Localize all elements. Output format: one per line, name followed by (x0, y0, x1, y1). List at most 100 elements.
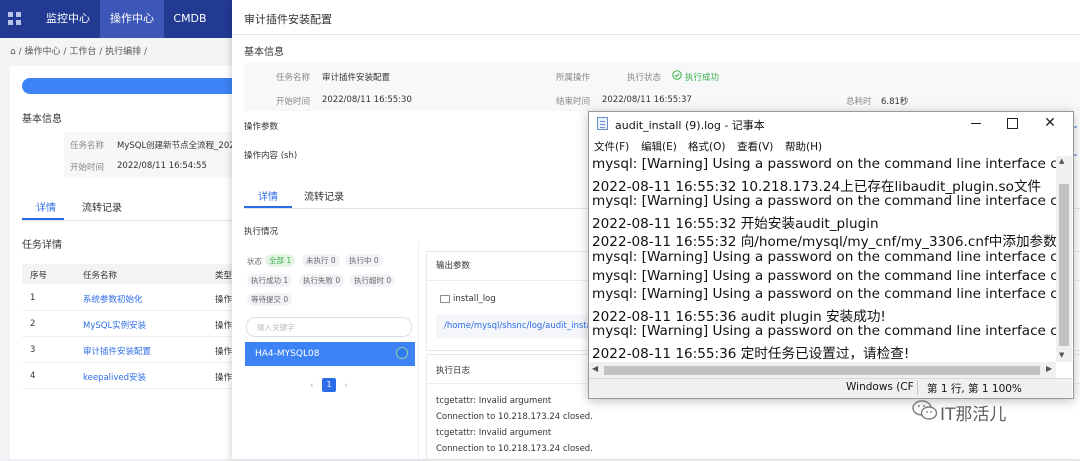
pager-page-button[interactable]: 1 (322, 378, 336, 392)
status-chip-failed[interactable]: 执行失败 0 (299, 274, 345, 287)
breadcrumb-item[interactable]: 执行编排 (105, 47, 141, 57)
pager-next-icon[interactable]: › (344, 381, 348, 391)
log-line: mysql: [Warning] Using a password on the… (592, 286, 1056, 303)
horizontal-scroll-thumb[interactable] (604, 366, 1040, 375)
app-grid-icon[interactable] (8, 12, 22, 26)
left-basic-info-title: 基本信息 (22, 114, 62, 125)
log-line: mysql: [Warning] Using a password on the… (592, 249, 1056, 265)
maximize-icon[interactable] (1002, 114, 1022, 132)
wechat-logo-icon (912, 399, 938, 421)
menu-help[interactable]: 帮助(H) (785, 139, 822, 154)
row-index: 3 (30, 345, 36, 355)
host-status-icon (396, 347, 408, 359)
row-index: 1 (30, 293, 36, 303)
tab-active-indicator (244, 206, 292, 208)
left-tab-detail[interactable]: 详情 (36, 199, 56, 214)
log-line: mysql: [Warning] Using a password on the… (592, 323, 1056, 340)
nav-cmdb[interactable]: CMDB (168, 0, 212, 38)
end-time-value: 2022/08/11 16:55:37 (602, 95, 692, 105)
status-chip-timeout[interactable]: 执行超时 0 (350, 274, 396, 287)
log-line: mysql: [Warning] Using a password on the… (592, 156, 1056, 172)
status-chip-all[interactable]: 全部 1 (265, 254, 296, 267)
left-tab-flow-record[interactable]: 流转记录 (82, 199, 122, 214)
keyword-placeholder: 输入关键字 (257, 323, 295, 332)
log-line: mysql: [Warning] Using a password on the… (592, 267, 1056, 284)
log-line: 2022-08-11 16:55:32 向/home/mysql/my_cnf/… (592, 234, 1056, 251)
scroll-up-icon[interactable]: ▲ (1059, 157, 1064, 165)
column-header-index: 序号 (30, 271, 48, 281)
keyword-search-input[interactable]: 输入关键字 (246, 317, 412, 337)
tab-detail[interactable]: 详情 (258, 188, 278, 203)
breadcrumb-item[interactable]: 工作台 (69, 47, 96, 57)
table-row[interactable]: 2 MySQL实例安装 操作 (22, 311, 232, 337)
task-table-header: 序号 任务名称 类型 (22, 264, 232, 284)
minimize-icon[interactable] (966, 114, 986, 132)
basic-info-title: 基本信息 (244, 47, 284, 58)
menu-edit[interactable]: 编辑(E) (641, 139, 677, 154)
dialog-title: 审计插件安装配置 (244, 13, 332, 26)
nav-monitor-center[interactable]: 监控中心 (40, 0, 96, 38)
log-path-link[interactable]: /home/mysql/shsnc/log/audit_install (444, 321, 594, 331)
install-log-param: install_log (453, 294, 496, 304)
dialog-title-divider (232, 34, 1080, 35)
left-start-time-label: 开始时间 (70, 163, 105, 173)
scroll-left-icon[interactable]: ◀ (592, 364, 598, 373)
row-task-name-link[interactable]: keepalived安装 (83, 371, 146, 383)
breadcrumb-item[interactable]: 操作中心 (25, 47, 61, 57)
row-task-name-link[interactable]: 审计插件安装配置 (83, 345, 151, 357)
close-icon[interactable]: ✕ (1040, 114, 1060, 132)
table-row[interactable]: 3 审计插件安装配置 操作 (22, 337, 232, 363)
left-task-name-value: MySQL创建新节点全流程_2022 (117, 141, 241, 151)
output-params-title: 输出参数 (436, 261, 471, 271)
status-chip-running[interactable]: 执行中 0 (345, 254, 383, 267)
exec-log-line: tcgetattr: Invalid argument (436, 428, 552, 438)
status-chip-pending[interactable]: 未执行 0 (302, 254, 340, 267)
nav-operation-center[interactable]: 操作中心 (100, 0, 164, 38)
log-line: mysql: [Warning] Using a password on the… (592, 193, 1056, 210)
notepad-text-area[interactable]: mysql: [Warning] Using a password on the… (589, 156, 1056, 362)
row-index: 4 (30, 371, 36, 381)
exec-status-value: 执行成功 (685, 73, 720, 83)
status-chip-success[interactable]: 执行成功 1 (247, 274, 293, 287)
start-time-label: 开始时间 (276, 97, 311, 107)
table-row[interactable]: 4 keepalived安装 操作 (22, 363, 232, 389)
encoding-status: Windows (CF (846, 381, 914, 393)
host-name: HA4-MYSQL08 (255, 349, 320, 359)
watermark-text: IT那活儿 (940, 405, 1007, 425)
vertical-scroll-thumb[interactable] (1059, 184, 1069, 346)
breadcrumb: ⌂ / 操作中心 / 工作台 / 执行编排 / (10, 47, 148, 57)
row-task-name-link[interactable]: MySQL实例安装 (83, 319, 146, 331)
folder-icon (440, 295, 450, 303)
host-column-divider (418, 242, 419, 459)
log-line: 2022-08-11 16:55:36 audit plugin 安装成功! (592, 308, 886, 325)
left-tab-active-indicator (22, 218, 64, 220)
pager-prev-icon[interactable]: ‹ (310, 381, 314, 391)
start-time-value: 2022/08/11 16:55:30 (322, 95, 412, 105)
status-chip-waiting[interactable]: 等待提交 0 (247, 293, 293, 306)
left-tabs-divider (22, 220, 232, 221)
row-type: 操作 (215, 321, 233, 331)
log-line: 2022-08-11 16:55:32 开始安装audit_plugin (592, 215, 879, 232)
end-time-label: 结束时间 (556, 97, 591, 107)
task-name-label: 任务名称 (276, 73, 311, 83)
host-list-item[interactable]: HA4-MYSQL08 (245, 342, 415, 366)
task-name-value: 审计插件安装配置 (322, 73, 391, 83)
scroll-right-icon[interactable]: ▶ (1046, 364, 1052, 373)
log-line: 2022-08-11 16:55:32 10.218.173.24上已存在lib… (592, 178, 1042, 195)
menu-format[interactable]: 格式(O) (688, 139, 725, 154)
exec-log-line: Connection to 10.218.173.24 closed. (436, 412, 593, 422)
table-row[interactable]: 1 系统参数初始化 操作 (22, 285, 232, 311)
exec-log-line: Connection to 10.218.173.24 closed. (436, 444, 593, 454)
left-task-name-label: 任务名称 (70, 141, 105, 151)
menu-view[interactable]: 查看(V) (737, 139, 773, 154)
duration-label: 总耗时 (846, 97, 872, 107)
column-header-type: 类型 (215, 271, 233, 281)
row-type: 操作 (215, 295, 233, 305)
scroll-down-icon[interactable]: ▼ (1059, 351, 1064, 359)
notepad-app-icon (597, 117, 608, 130)
menu-file[interactable]: 文件(F) (594, 139, 629, 154)
home-icon[interactable]: ⌂ (10, 47, 16, 57)
tab-flow-record[interactable]: 流转记录 (304, 188, 344, 203)
row-task-name-link[interactable]: 系统参数初始化 (83, 293, 143, 305)
exec-status-label: 执行状态 (627, 73, 662, 83)
